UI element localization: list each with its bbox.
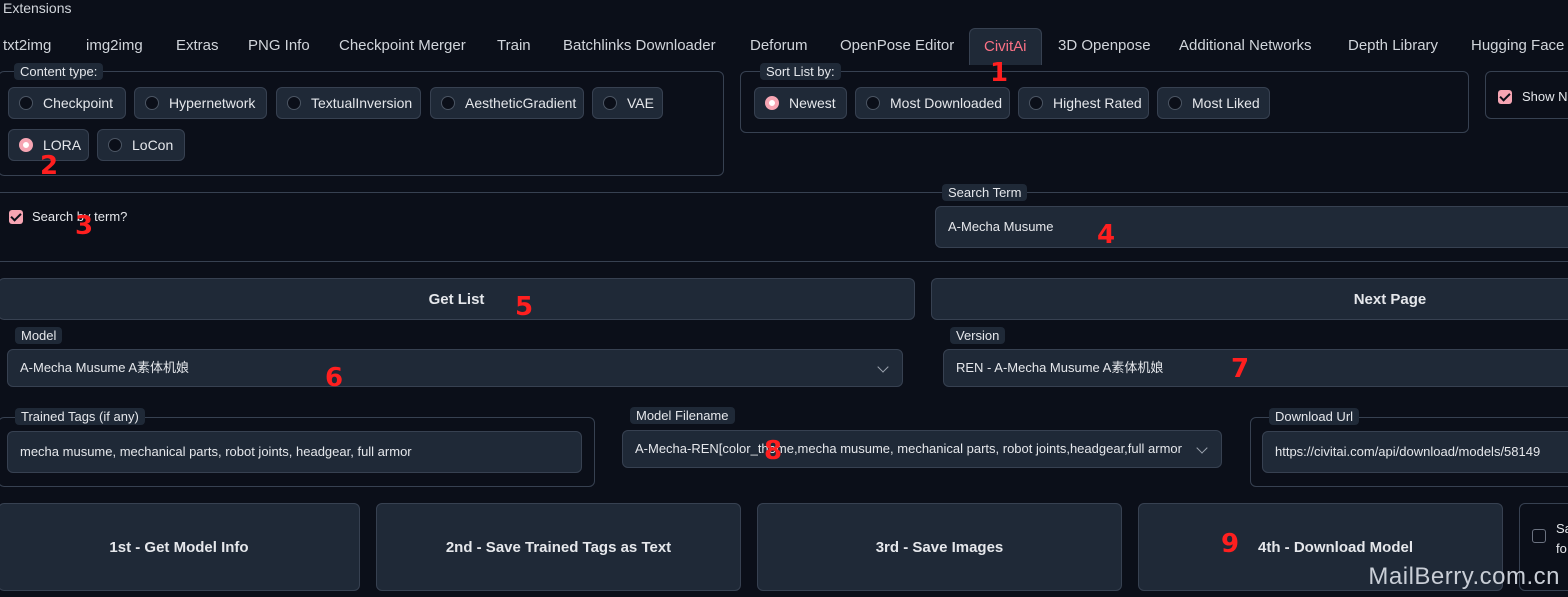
trained-tags-input[interactable]: mecha musume, mechanical parts, robot jo… xyxy=(7,431,582,473)
content-type-label: Content type: xyxy=(14,63,104,80)
save-folder-label-line: fo xyxy=(1556,541,1567,556)
annotation-3: 3 xyxy=(75,211,94,241)
radio-label: Highest Rated xyxy=(1053,95,1142,111)
radio-label: Newest xyxy=(789,95,836,111)
tab-png-info[interactable]: PNG Info xyxy=(248,28,310,64)
radio-hypernetwork[interactable]: Hypernetwork xyxy=(134,87,267,119)
tab-hugging-face[interactable]: Hugging Face xyxy=(1471,28,1564,64)
radio-label: LoCon xyxy=(132,137,174,153)
annotation-7: 7 xyxy=(1231,354,1250,384)
model-dropdown[interactable]: A-Mecha Musume A素体机娘 xyxy=(7,349,903,387)
radio-newest[interactable]: Newest xyxy=(754,87,847,119)
save-images-button[interactable]: 3rd - Save Images xyxy=(757,503,1122,591)
radio-label: VAE xyxy=(627,95,654,111)
radio-circle-icon xyxy=(108,138,122,152)
model-filename-label: Model Filename xyxy=(630,407,735,424)
radio-label: Most Liked xyxy=(1192,95,1260,111)
get-list-button[interactable]: Get List xyxy=(0,278,915,320)
search-term-label: Search Term xyxy=(942,184,1028,201)
next-page-button[interactable]: Next Page xyxy=(931,278,1568,320)
radio-highest-rated[interactable]: Highest Rated xyxy=(1018,87,1149,119)
radio-circle-icon xyxy=(441,96,455,110)
radio-locon[interactable]: LoCon xyxy=(97,129,185,161)
tab-train[interactable]: Train xyxy=(497,28,531,64)
show-nsfw-checkbox[interactable]: Show N xyxy=(1498,89,1568,104)
tab-extras[interactable]: Extras xyxy=(176,28,219,64)
extensions-header: Extensions xyxy=(3,0,72,16)
radio-circle-icon xyxy=(866,96,880,110)
radio-label: Most Downloaded xyxy=(890,95,1003,111)
annotation-1: 1 xyxy=(990,58,1009,88)
divider xyxy=(0,192,1568,193)
annotation-8: 8 xyxy=(764,436,783,466)
radio-circle-icon xyxy=(287,96,301,110)
radio-label: Checkpoint xyxy=(43,95,114,111)
radio-circle-icon xyxy=(145,96,159,110)
get-model-info-button[interactable]: 1st - Get Model Info xyxy=(0,503,360,591)
download-url-label: Download Url xyxy=(1269,408,1360,425)
download-url-input[interactable]: https://civitai.com/api/download/models/… xyxy=(1262,431,1568,473)
radio-textual-inversion[interactable]: TextualInversion xyxy=(276,87,421,119)
tab-openpose-editor[interactable]: OpenPose Editor xyxy=(840,28,954,64)
radio-circle-icon xyxy=(603,96,617,110)
radio-label: AestheticGradient xyxy=(465,95,577,111)
annotation-2: 2 xyxy=(40,151,59,181)
radio-label: Hypernetwork xyxy=(169,95,256,111)
tab-txt2img[interactable]: txt2img xyxy=(3,28,51,64)
checkbox-unchecked-icon xyxy=(1532,529,1546,543)
radio-label: TextualInversion xyxy=(311,95,413,111)
radio-circle-icon xyxy=(1168,96,1182,110)
trained-tags-label: Trained Tags (if any) xyxy=(15,408,145,425)
radio-most-liked[interactable]: Most Liked xyxy=(1157,87,1270,119)
version-label: Version xyxy=(950,327,1006,344)
watermark: MailBerry.com.cn xyxy=(1368,563,1560,590)
show-nsfw-label: Show N xyxy=(1522,89,1568,104)
annotation-5: 5 xyxy=(515,292,534,322)
search-by-term-checkbox[interactable]: Search by term? xyxy=(9,209,127,224)
save-trained-tags-button[interactable]: 2nd - Save Trained Tags as Text xyxy=(376,503,741,591)
radio-circle-icon xyxy=(1029,96,1043,110)
divider xyxy=(0,261,1568,262)
save-folder-label: Sa fo xyxy=(1556,519,1568,559)
annotation-9: 9 xyxy=(1221,529,1240,559)
tab-additional-networks[interactable]: Additional Networks xyxy=(1179,28,1312,64)
tab-3d-openpose[interactable]: 3D Openpose xyxy=(1058,28,1151,64)
radio-most-downloaded[interactable]: Most Downloaded xyxy=(855,87,1010,119)
model-filename-dropdown[interactable]: A-Mecha-REN[color_theme,mecha musume, me… xyxy=(622,430,1222,468)
version-dropdown[interactable]: REN - A-Mecha Musume A素体机娘 xyxy=(943,349,1568,387)
tab-bar: txt2img img2img Extras PNG Info Checkpoi… xyxy=(0,28,1568,65)
tab-batchlinks-downloader[interactable]: Batchlinks Downloader xyxy=(563,28,716,64)
annotation-6: 6 xyxy=(325,363,344,393)
radio-selected-icon xyxy=(765,96,779,110)
model-label: Model xyxy=(15,327,63,344)
save-folder-checkbox[interactable] xyxy=(1532,529,1546,546)
radio-circle-icon xyxy=(19,96,33,110)
tab-img2img[interactable]: img2img xyxy=(86,28,143,64)
save-folder-label-line: Sa xyxy=(1556,521,1568,536)
tab-depth-library[interactable]: Depth Library xyxy=(1348,28,1438,64)
checkbox-checked-icon xyxy=(9,209,23,224)
sort-label: Sort List by: xyxy=(760,63,841,80)
checkbox-checked-icon xyxy=(1498,89,1512,104)
radio-selected-icon xyxy=(19,138,33,152)
annotation-4: 4 xyxy=(1097,220,1116,250)
radio-checkpoint[interactable]: Checkpoint xyxy=(8,87,126,119)
tab-deforum[interactable]: Deforum xyxy=(750,28,808,64)
radio-vae[interactable]: VAE xyxy=(592,87,663,119)
tab-checkpoint-merger[interactable]: Checkpoint Merger xyxy=(339,28,466,64)
radio-aesthetic-gradient[interactable]: AestheticGradient xyxy=(430,87,584,119)
search-term-input[interactable]: A-Mecha Musume xyxy=(935,206,1568,248)
